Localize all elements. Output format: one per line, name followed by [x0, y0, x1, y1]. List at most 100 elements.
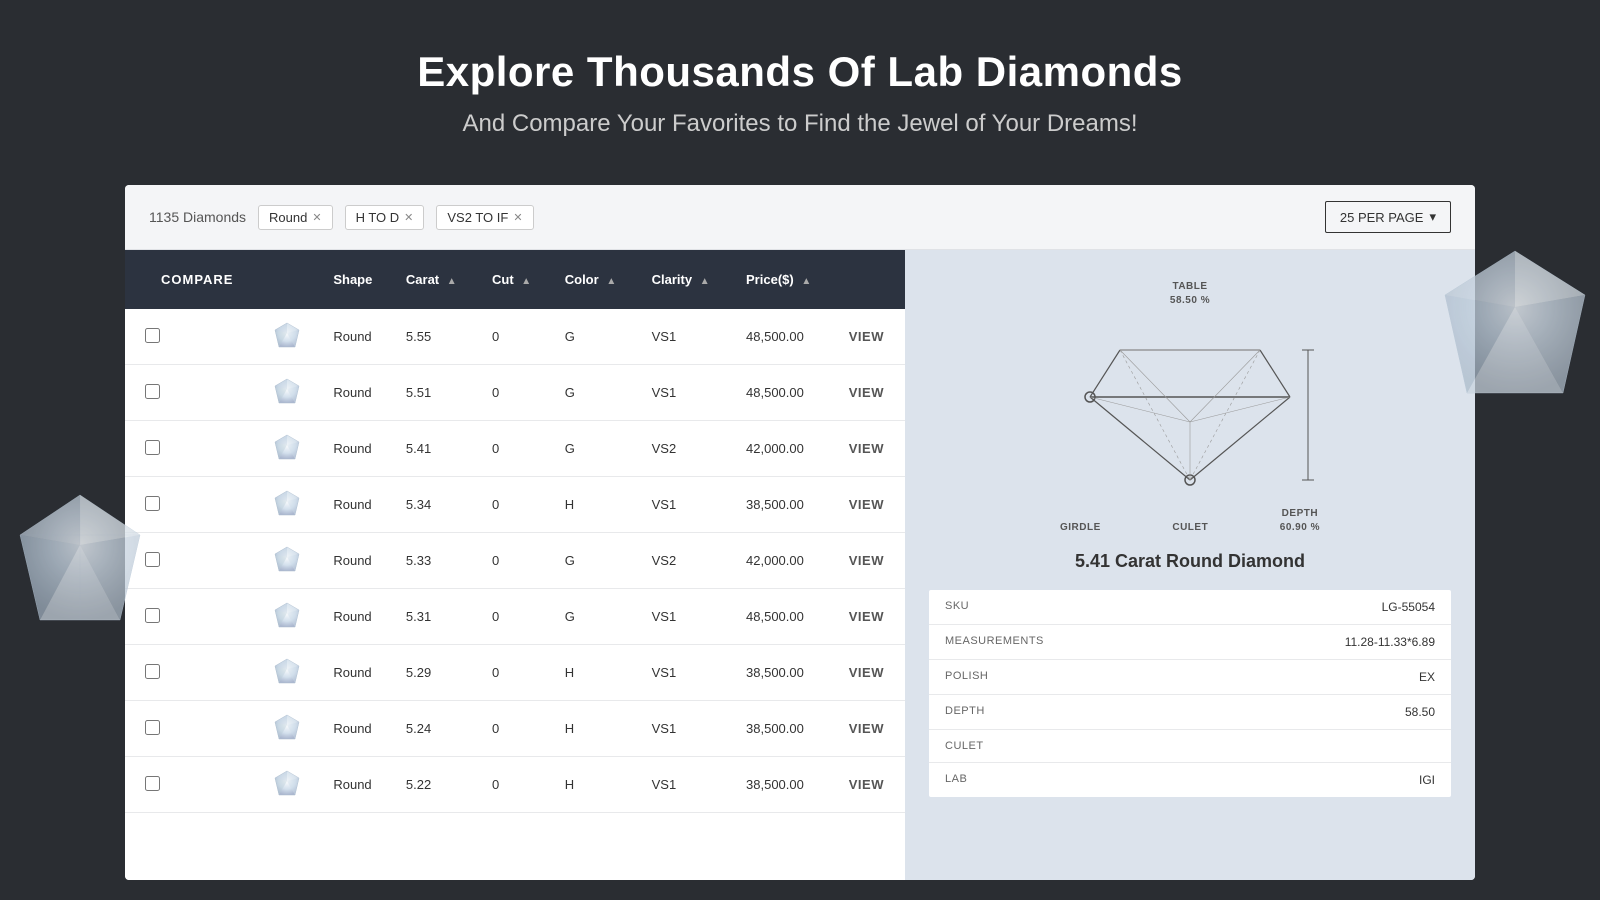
row-image-cell — [261, 589, 321, 645]
diamond-decoration-right — [1435, 245, 1595, 405]
row-carat: 5.33 — [394, 533, 480, 589]
row-checkbox-cell — [125, 701, 261, 757]
row-image-cell — [261, 645, 321, 701]
table-row: Round 5.31 0 G VS1 48,500.00 VIEW — [125, 589, 905, 645]
color-sort-icon: ▲ — [606, 276, 616, 287]
diamond-thumbnail — [273, 769, 301, 797]
col-header-cut[interactable]: Cut ▲ — [480, 250, 553, 309]
row-shape: Round — [321, 589, 394, 645]
view-link[interactable]: VIEW — [849, 497, 884, 512]
table-row: Round 5.24 0 H VS1 38,500.00 VIEW — [125, 701, 905, 757]
spec-label: LAB — [945, 773, 967, 787]
row-price: 38,500.00 — [734, 645, 837, 701]
filter-vs2-to-if[interactable]: VS2 TO IF ✕ — [436, 205, 533, 230]
col-header-carat[interactable]: Carat ▲ — [394, 250, 480, 309]
cut-sort-icon: ▲ — [521, 276, 531, 287]
spec-value: EX — [1419, 670, 1435, 684]
diagram-culet-label: CULET — [1172, 521, 1208, 535]
clarity-sort-icon: ▲ — [700, 276, 710, 287]
table-section: COMPARE Shape Carat ▲ Cut ▲ — [125, 250, 905, 880]
col-header-shape: Shape — [321, 250, 394, 309]
row-checkbox-1[interactable] — [145, 384, 160, 399]
col-header-color[interactable]: Color ▲ — [553, 250, 640, 309]
diamond-diagram-svg — [1050, 312, 1330, 512]
view-link[interactable]: VIEW — [849, 441, 884, 456]
row-view-cell: VIEW — [837, 701, 905, 757]
spec-label: POLISH — [945, 670, 988, 684]
view-link[interactable]: VIEW — [849, 665, 884, 680]
row-clarity: VS2 — [640, 533, 734, 589]
row-clarity: VS1 — [640, 757, 734, 813]
row-checkbox-cell — [125, 757, 261, 813]
row-image-cell — [261, 701, 321, 757]
row-carat: 5.31 — [394, 589, 480, 645]
remove-vs2-to-if-icon[interactable]: ✕ — [513, 211, 522, 224]
remove-round-icon[interactable]: ✕ — [312, 211, 321, 224]
diamond-thumbnail — [273, 489, 301, 517]
detail-spec-row: LAB IGI — [929, 763, 1451, 797]
detail-spec-row: POLISH EX — [929, 660, 1451, 695]
row-shape: Round — [321, 757, 394, 813]
per-page-button[interactable]: 25 PER PAGE ▾ — [1325, 201, 1451, 233]
row-view-cell: VIEW — [837, 477, 905, 533]
spec-value: IGI — [1419, 773, 1435, 787]
diamond-thumbnail — [273, 601, 301, 629]
row-clarity: VS1 — [640, 645, 734, 701]
col-header-price[interactable]: Price($) ▲ — [734, 250, 837, 309]
row-price: 48,500.00 — [734, 365, 837, 421]
diamond-thumbnail — [273, 713, 301, 741]
chevron-down-icon: ▾ — [1429, 209, 1436, 225]
row-carat: 5.24 — [394, 701, 480, 757]
filter-h-to-d[interactable]: H TO D ✕ — [345, 205, 425, 230]
row-checkbox-cell — [125, 365, 261, 421]
row-checkbox-cell — [125, 421, 261, 477]
row-image-cell — [261, 757, 321, 813]
diagram-depth-value: 60.90 % — [1280, 521, 1320, 535]
row-checkbox-8[interactable] — [145, 776, 160, 791]
row-price: 48,500.00 — [734, 589, 837, 645]
row-checkbox-7[interactable] — [145, 720, 160, 735]
view-link[interactable]: VIEW — [849, 777, 884, 792]
row-cut: 0 — [480, 645, 553, 701]
diagram-table-label: TABLE — [1050, 280, 1330, 294]
row-price: 48,500.00 — [734, 309, 837, 365]
row-checkbox-6[interactable] — [145, 664, 160, 679]
compare-button[interactable]: COMPARE — [145, 264, 249, 295]
carat-sort-icon: ▲ — [447, 276, 457, 287]
row-color: H — [553, 757, 640, 813]
col-header-clarity[interactable]: Clarity ▲ — [640, 250, 734, 309]
row-price: 38,500.00 — [734, 477, 837, 533]
row-shape: Round — [321, 309, 394, 365]
view-link[interactable]: VIEW — [849, 609, 884, 624]
top-bar: 1135 Diamonds Round ✕ H TO D ✕ VS2 TO IF… — [125, 185, 1475, 250]
remove-h-to-d-icon[interactable]: ✕ — [404, 211, 413, 224]
view-link[interactable]: VIEW — [849, 385, 884, 400]
diagram-girdle-label: GIRDLE — [1060, 521, 1101, 535]
detail-spec-row: DEPTH 58.50 — [929, 695, 1451, 730]
filter-round[interactable]: Round ✕ — [258, 205, 333, 230]
row-cut: 0 — [480, 365, 553, 421]
row-view-cell: VIEW — [837, 533, 905, 589]
row-checkbox-0[interactable] — [145, 328, 160, 343]
row-color: G — [553, 589, 640, 645]
table-row: Round 5.55 0 G VS1 48,500.00 VIEW — [125, 309, 905, 365]
diamond-thumbnail — [273, 433, 301, 461]
view-link[interactable]: VIEW — [849, 553, 884, 568]
detail-specs-table: SKU LG-55054 MEASUREMENTS 11.28-11.33*6.… — [929, 590, 1451, 797]
row-cut: 0 — [480, 533, 553, 589]
view-link[interactable]: VIEW — [849, 329, 884, 344]
view-link[interactable]: VIEW — [849, 721, 884, 736]
row-checkbox-2[interactable] — [145, 440, 160, 455]
detail-spec-row: SKU LG-55054 — [929, 590, 1451, 625]
spec-value: 58.50 — [1405, 705, 1435, 719]
col-header-action — [837, 250, 905, 309]
row-view-cell: VIEW — [837, 757, 905, 813]
price-sort-icon: ▲ — [801, 276, 811, 287]
row-price: 42,000.00 — [734, 421, 837, 477]
compare-header: COMPARE — [125, 250, 261, 309]
table-row: Round 5.51 0 G VS1 48,500.00 VIEW — [125, 365, 905, 421]
row-view-cell: VIEW — [837, 589, 905, 645]
row-color: G — [553, 533, 640, 589]
row-price: 38,500.00 — [734, 701, 837, 757]
hero-section: Explore Thousands Of Lab Diamonds And Co… — [0, 0, 1600, 170]
